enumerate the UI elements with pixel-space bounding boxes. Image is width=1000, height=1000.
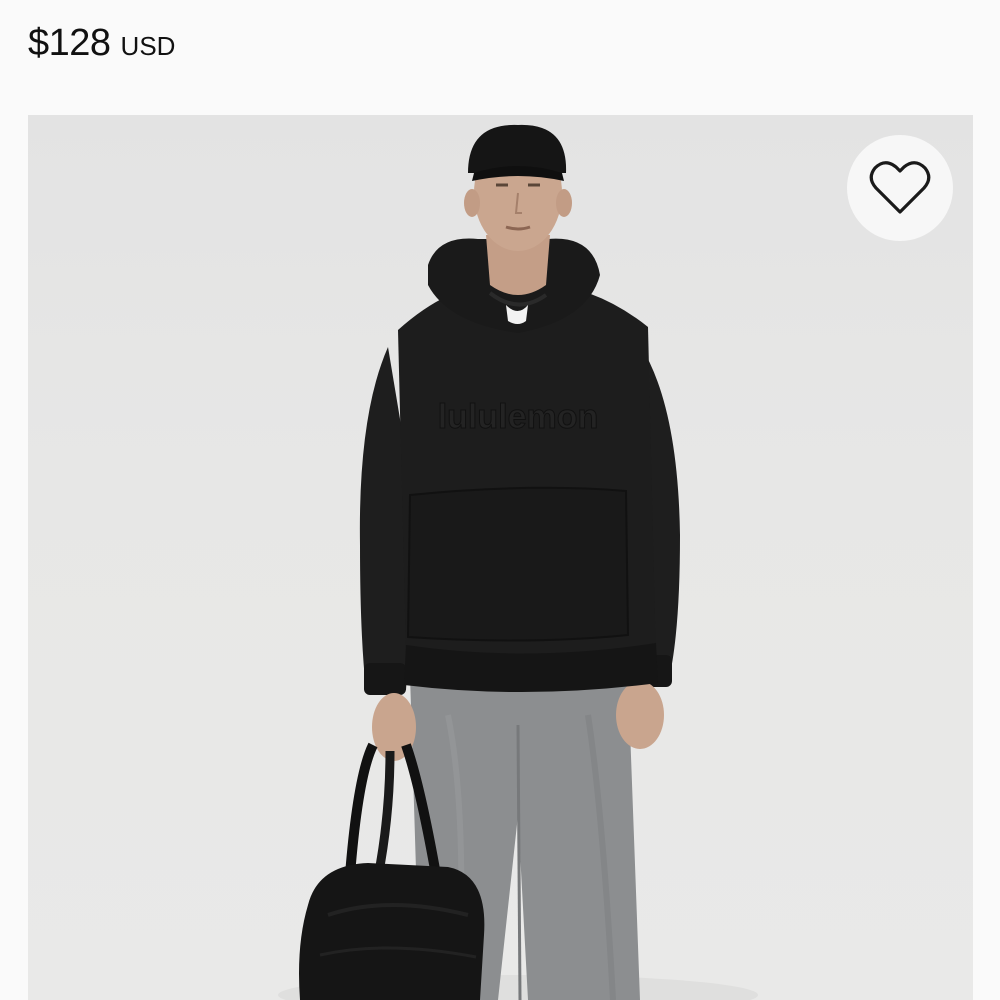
product-photo-illustration: lululemon [278,124,758,1000]
price: $128 USD [28,22,175,70]
cap [468,124,567,181]
price-currency: USD [120,31,176,61]
wishlist-button[interactable] [847,135,953,241]
hoodie: lululemon [398,238,658,693]
product-image[interactable]: lululemon [28,115,973,1000]
hoodie-logo: lululemon [438,398,599,436]
price-amount: $128 [28,22,111,64]
heart-icon [869,161,931,214]
